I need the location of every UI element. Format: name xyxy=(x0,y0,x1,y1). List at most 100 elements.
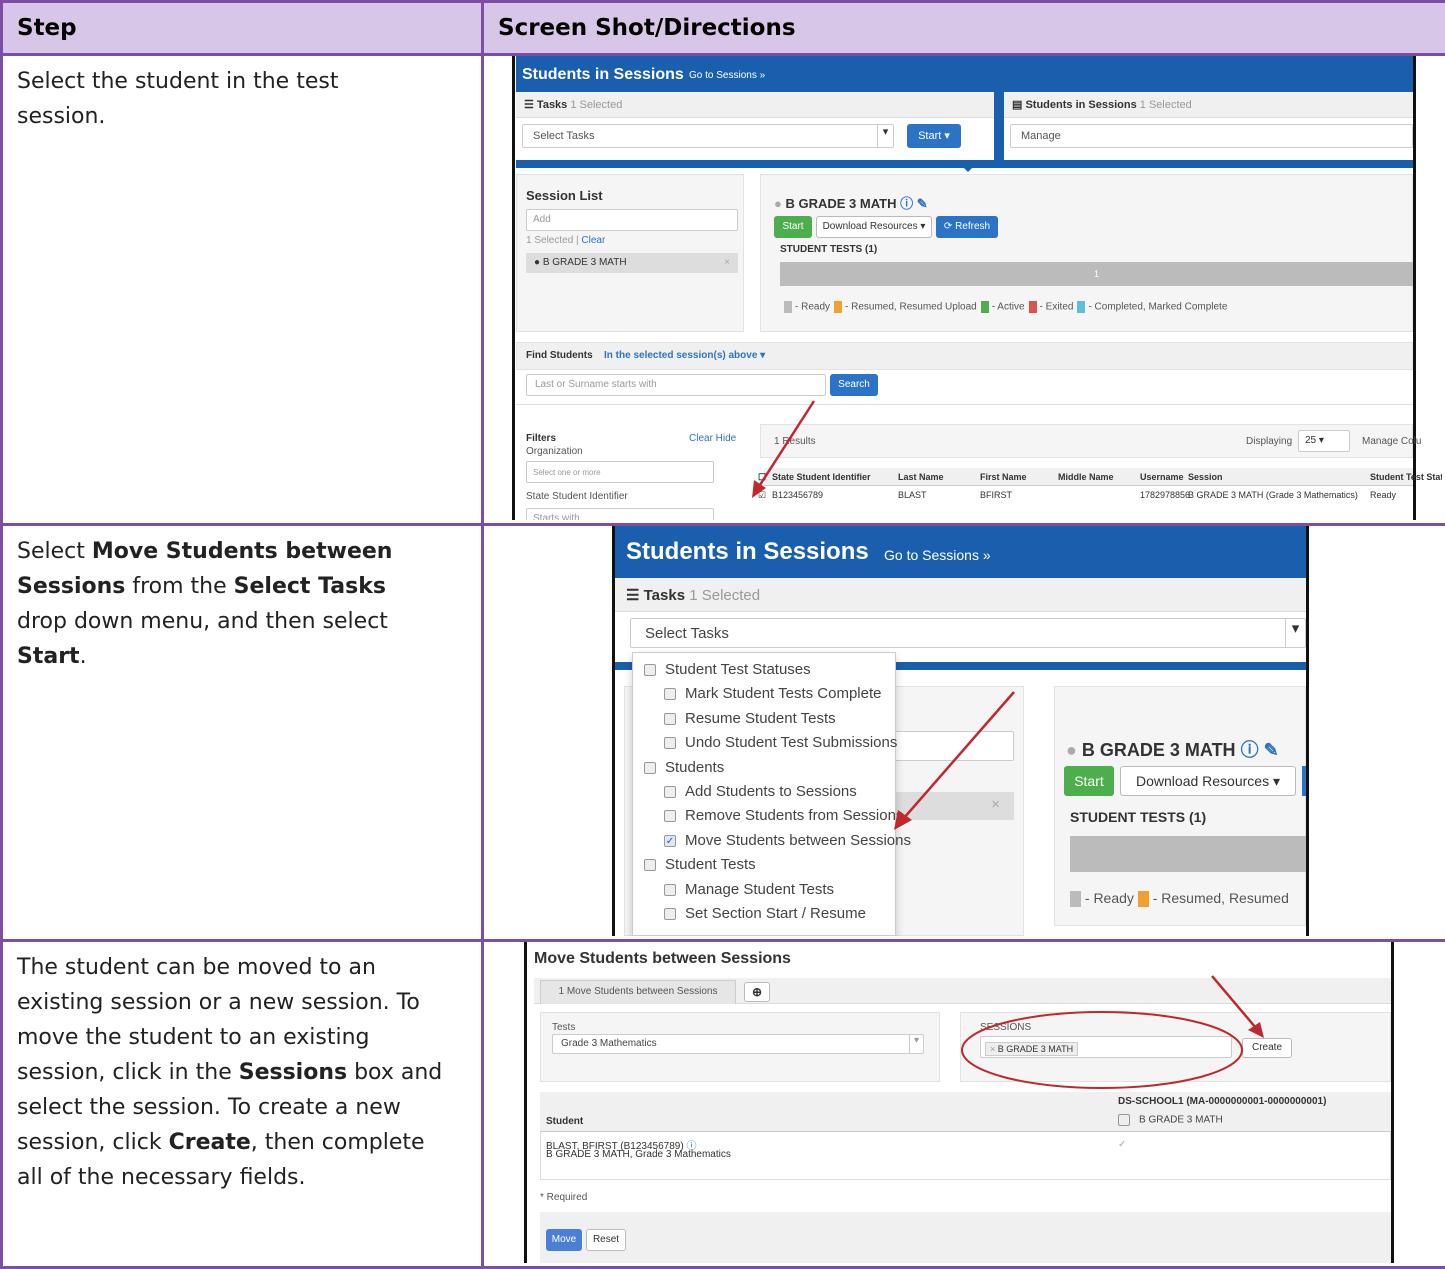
status-bar: 1 xyxy=(780,262,1413,286)
checkbox[interactable] xyxy=(664,737,676,749)
find-scope-dropdown[interactable]: In the selected session(s) above ▾ xyxy=(604,350,765,361)
legend-label: - Resumed, Resumed Upload xyxy=(845,302,977,313)
table-row-cell: Ready xyxy=(1370,490,1396,500)
legend-swatch xyxy=(1077,301,1085,313)
move-page-title: Move Students between Sessions xyxy=(534,950,791,968)
tasks-label-2: ☰ Tasks 1 Selected xyxy=(626,586,760,604)
legend-swatch xyxy=(784,301,792,313)
bold-term: Sessions xyxy=(239,1060,347,1085)
checked-checkbox[interactable]: ✓ xyxy=(664,835,676,847)
session-start-button[interactable]: Start xyxy=(774,216,812,238)
last-name-search-input[interactable]: Last or Surname starts with xyxy=(526,374,826,396)
screenshot-2-cell: Students in Sessions Go to Sessions » ☰ … xyxy=(483,525,1445,941)
menu-item[interactable]: Students xyxy=(644,759,724,776)
menu-item-label: Move Students between Sessions xyxy=(685,832,911,849)
column-header-cell: First Name xyxy=(980,472,1027,482)
screenshot-1: Students in Sessions Go to Sessions » ☰ … xyxy=(484,56,1442,520)
page-title-2: Students in Sessions xyxy=(626,538,869,566)
start-button[interactable]: Start ▾ xyxy=(907,124,961,148)
step-text-part: drop down menu, and then select xyxy=(17,609,388,634)
menu-item-label: Set Section Start / Resume xyxy=(685,905,866,922)
refresh-button[interactable]: ⟳ Refresh xyxy=(936,216,998,238)
bold-term: Create xyxy=(169,1130,251,1155)
clear-link[interactable]: Clear xyxy=(581,235,605,246)
goto-sessions-link[interactable]: Go to Sessions » xyxy=(689,70,765,81)
screenshot-3: Move Students between Sessions 1 Move St… xyxy=(484,942,1442,1263)
organization-label: Organization xyxy=(526,446,583,457)
menu-item[interactable]: Mark Student Tests Complete xyxy=(664,685,881,702)
select-tasks-dropdown[interactable]: Select Tasks▾ xyxy=(522,124,894,148)
menu-item[interactable]: Set Section Start / Resume xyxy=(664,905,866,922)
checkbox[interactable] xyxy=(664,810,676,822)
checkbox[interactable] xyxy=(644,664,656,676)
legend-swatch xyxy=(834,301,842,313)
step-text-part: from the xyxy=(125,574,233,599)
menu-item[interactable]: ✓ Move Students between Sessions xyxy=(664,832,911,849)
column-header-cell: Middle Name xyxy=(1058,472,1114,482)
tests-select[interactable]: Grade 3 Mathematics▾ xyxy=(552,1034,924,1054)
legend-swatch xyxy=(981,301,989,313)
menu-item[interactable]: Resume Student Tests xyxy=(664,710,836,727)
menu-item-label: Undo Student Test Submissions xyxy=(685,734,897,751)
screenshot-2: Students in Sessions Go to Sessions » ☰ … xyxy=(484,526,1442,936)
selected-count: 1 Selected | Clear xyxy=(526,235,605,246)
step-3-cell: The student can be moved to an existing … xyxy=(2,941,483,1268)
manage-columns-link[interactable]: Manage Colu xyxy=(1362,436,1421,447)
header-directions: Screen Shot/Directions xyxy=(483,2,1445,55)
clear-hide-links[interactable]: Clear Hide xyxy=(689,433,736,444)
add-tab-button[interactable]: ⊕ xyxy=(744,982,770,1002)
checkbox[interactable] xyxy=(664,688,676,700)
menu-item[interactable]: Remove Students from Sessions xyxy=(664,807,903,824)
move-button[interactable]: Move xyxy=(546,1229,582,1251)
step-text-part: Select xyxy=(17,539,92,564)
sis-label: ▤ Students in Sessions 1 Selected xyxy=(1012,98,1192,111)
manage-dropdown[interactable]: Manage xyxy=(1010,124,1413,148)
checkbox[interactable] xyxy=(664,908,676,920)
search-button[interactable]: Search xyxy=(830,374,878,396)
red-arrow-2 xyxy=(884,686,1024,836)
reset-button[interactable]: Reset xyxy=(586,1229,626,1251)
checkbox[interactable] xyxy=(664,713,676,725)
step-3-text: The student can be moved to an existing … xyxy=(3,942,463,1195)
required-note: * Required xyxy=(540,1192,587,1203)
goto-sessions-link-2[interactable]: Go to Sessions » xyxy=(884,547,991,563)
session-list-title: Session List xyxy=(526,188,603,203)
table-row-cell: B GRADE 3 MATH (Grade 3 Mathematics) xyxy=(1188,490,1358,500)
checkbox[interactable] xyxy=(644,859,656,871)
column-header-cell: Username xyxy=(1140,472,1184,482)
column-header-cell: Session xyxy=(1188,472,1223,482)
session-list-item[interactable]: ● B GRADE 3 MATH× xyxy=(526,253,738,273)
download-resources-button[interactable]: Download Resources ▾ xyxy=(816,216,932,238)
find-students-label: Find Students xyxy=(526,350,593,361)
menu-item-label: Student Tests xyxy=(665,856,756,873)
start-button-2[interactable]: Start xyxy=(1064,766,1114,796)
download-resources-button-2[interactable]: Download Resources ▾ xyxy=(1120,766,1296,796)
move-tab[interactable]: 1 Move Students between Sessions xyxy=(540,980,736,1004)
checkbox[interactable] xyxy=(664,884,676,896)
bold-term: Start xyxy=(17,644,80,669)
bold-term: Select Tasks xyxy=(234,574,386,599)
step-2-cell: Select Move Students between Sessions fr… xyxy=(2,525,483,941)
table-row-cell: BFIRST xyxy=(980,490,1012,500)
menu-item[interactable]: Add Students to Sessions xyxy=(664,783,857,800)
tasks-label: ☰ Tasks 1 Selected xyxy=(524,98,622,111)
checkbox[interactable] xyxy=(644,762,656,774)
session-column-checkbox[interactable] xyxy=(1118,1114,1130,1126)
menu-item[interactable]: Student Tests xyxy=(644,856,756,873)
per-page-select[interactable]: 25 ▾ xyxy=(1298,430,1350,452)
menu-item[interactable]: Undo Student Test Submissions xyxy=(664,734,897,751)
menu-item[interactable]: Student Test Statuses xyxy=(644,661,811,678)
organization-input[interactable]: Select one or more xyxy=(526,461,714,483)
red-arrow-3 xyxy=(1204,972,1274,1042)
ssid-filter-label: State Student Identifier xyxy=(526,491,628,502)
session-add-input[interactable]: Add xyxy=(526,209,738,231)
column-header-cell: Student Test Status xyxy=(1370,472,1442,482)
ssid-filter-input[interactable]: Starts with xyxy=(526,508,714,520)
student-session-checkbox[interactable]: ✓ xyxy=(1118,1139,1126,1150)
menu-item[interactable]: Manage Student Tests xyxy=(664,881,834,898)
select-tasks-dropdown-2[interactable]: Select Tasks▾ xyxy=(630,618,1306,648)
header-step: Step xyxy=(2,2,483,55)
student-tests-label: STUDENT TESTS (1) xyxy=(780,244,877,255)
checkbox[interactable] xyxy=(664,786,676,798)
screenshot-3-cell: Move Students between Sessions 1 Move St… xyxy=(483,941,1445,1268)
